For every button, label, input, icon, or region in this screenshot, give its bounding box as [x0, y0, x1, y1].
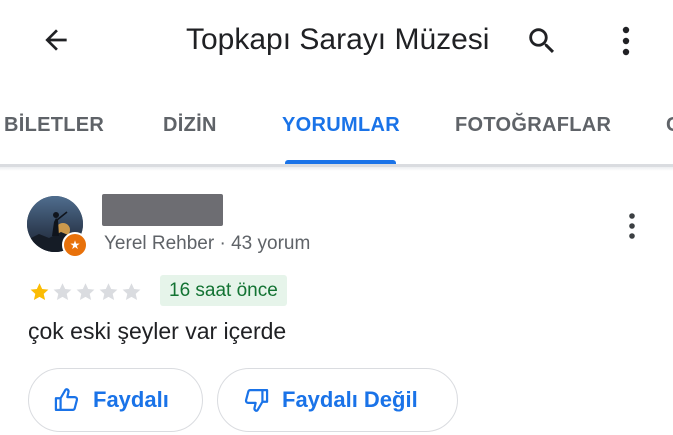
thumbs-up-icon — [54, 388, 79, 412]
search-button[interactable] — [520, 19, 564, 63]
more-vert-icon — [629, 213, 635, 239]
helpful-label: Faydalı — [93, 387, 169, 412]
star-rating — [28, 281, 143, 303]
search-icon — [529, 28, 555, 54]
review-time-badge: 16 saat önce — [160, 275, 287, 306]
star-badge-icon: ★ — [69, 238, 81, 252]
not-helpful-label: Faydalı Değil — [282, 387, 418, 412]
review-options-button[interactable] — [612, 206, 652, 246]
thumbs-down-icon — [244, 388, 269, 412]
tab-next-cutoff[interactable]: C — [666, 114, 673, 137]
star-empty-icon — [99, 283, 118, 300]
tab-directory[interactable]: DİZİN — [163, 114, 217, 137]
back-button[interactable] — [36, 20, 76, 60]
tab-reviews[interactable]: YORUMLAR — [282, 114, 400, 137]
page-title: Topkapı Sarayı Müzesi — [186, 23, 490, 56]
star-empty-icon — [76, 283, 95, 300]
tab-bar: BİLETLER DİZİN YORUMLAR FOTOĞRAFLAR C — [0, 100, 673, 164]
tab-tickets[interactable]: BİLETLER — [4, 114, 104, 137]
tab-photos[interactable]: FOTOĞRAFLAR — [455, 114, 611, 137]
star-filled-icon — [30, 283, 49, 300]
app-bar: Topkapı Sarayı Müzesi — [0, 0, 673, 82]
more-vert-icon — [622, 26, 630, 56]
local-guide-badge: ★ — [62, 232, 88, 258]
back-arrow-icon — [45, 29, 67, 51]
star-empty-icon — [122, 283, 141, 300]
author-meta: Yerel Rehber · 43 yorum — [104, 233, 311, 254]
author-name-redacted[interactable] — [102, 194, 223, 226]
not-helpful-button[interactable]: Faydalı Değil — [217, 368, 458, 432]
star-empty-icon — [53, 283, 72, 300]
helpful-button[interactable]: Faydalı — [28, 368, 203, 432]
review-text: çok eski şeyler var içerde — [28, 318, 287, 344]
tabs-shadow — [0, 167, 673, 171]
more-options-button[interactable] — [606, 19, 646, 63]
